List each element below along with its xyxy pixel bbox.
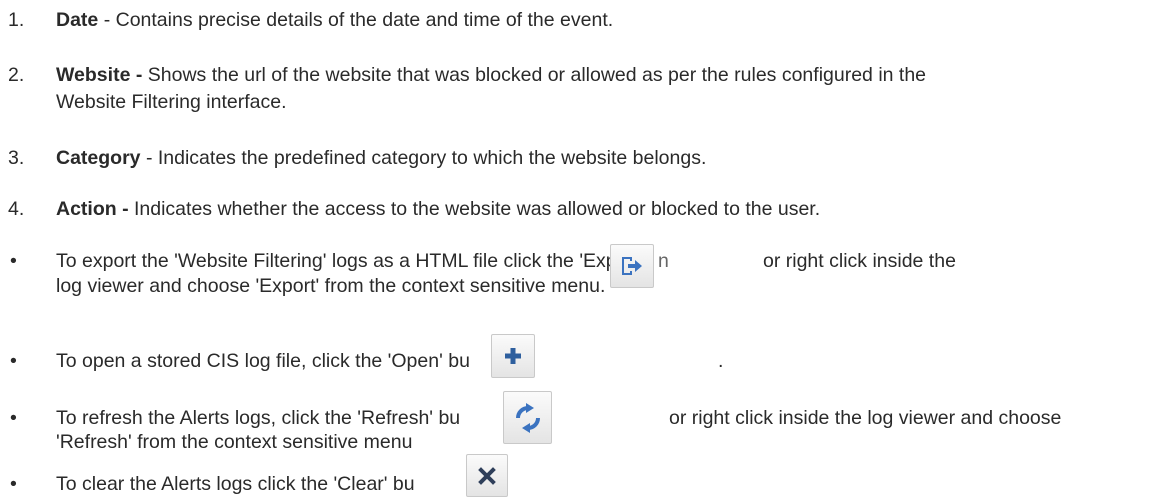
description: - Contains precise details of the date a… (98, 9, 614, 31)
description: Indicates whether the access to the webs… (128, 198, 821, 220)
bullet-text-line2: log viewer and choose 'Export' from the … (56, 275, 606, 297)
bullet-text: To export the 'Website Filtering' logs a… (56, 250, 644, 272)
export-button[interactable] (610, 244, 654, 288)
list-number: 3. (8, 147, 25, 169)
clear-button[interactable] (466, 454, 508, 497)
plus-icon (505, 348, 521, 364)
bullet-marker: • (10, 250, 17, 272)
bullet-export: • To export the 'Website Filtering' logs… (0, 249, 1168, 309)
bullet-text-end: . (718, 350, 724, 372)
term-date: Date (56, 9, 99, 31)
refresh-button[interactable] (503, 391, 552, 444)
bullet-marker: • (10, 350, 17, 372)
bullet-marker: • (10, 473, 17, 495)
description-cont: Website Filtering interface. (56, 91, 287, 113)
bullet-text-line2: 'Refresh' from the context sensitive men… (56, 431, 413, 453)
description: Shows the url of the website that was bl… (142, 64, 927, 86)
close-icon (478, 466, 496, 485)
truncated-text: n (658, 250, 669, 272)
help-document: 1. Date - Contains precise details of th… (0, 0, 1168, 497)
list-number: 4. (8, 198, 25, 220)
bullet-marker: • (10, 407, 17, 429)
term-website: Website - (56, 64, 143, 86)
term-category: Category (56, 147, 141, 169)
bullet-text-cont: or right click inside the log viewer and… (669, 407, 1062, 429)
bullet-text: To clear the Alerts logs click the 'Clea… (56, 473, 415, 495)
description: - Indicates the predefined category to w… (140, 147, 707, 169)
list-number: 2. (8, 64, 25, 86)
export-icon (622, 257, 642, 275)
open-button[interactable] (491, 334, 535, 378)
list-number: 1. (8, 9, 25, 31)
term-action: Action - (56, 198, 129, 220)
bullet-refresh: • To refresh the Alerts logs, click the … (0, 406, 1168, 461)
bullet-text: To open a stored CIS log file, click the… (56, 350, 470, 372)
refresh-icon (515, 402, 540, 433)
bullet-text-cont: or right click inside the (763, 250, 956, 272)
